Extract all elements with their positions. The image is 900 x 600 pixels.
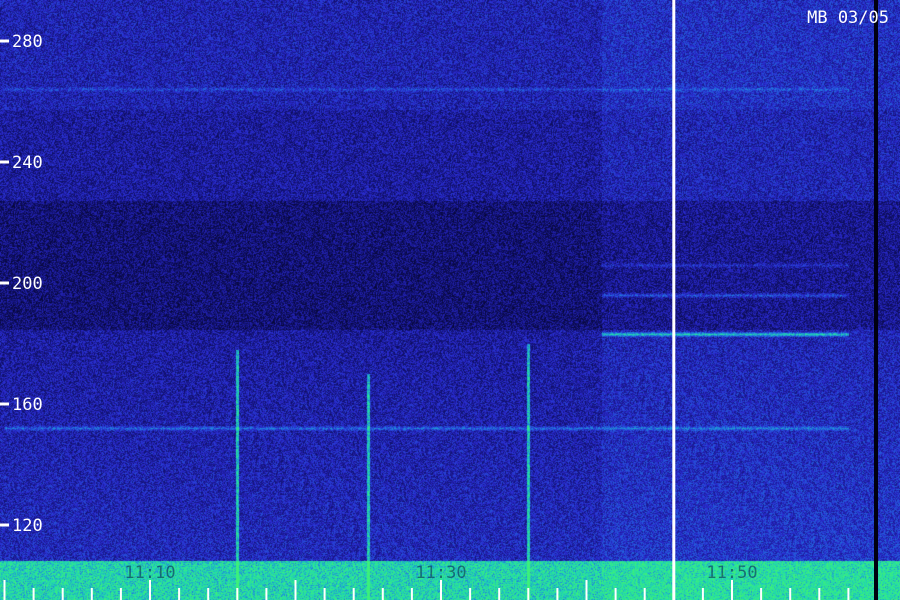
x-tick-664 (61, 588, 64, 600)
x-tick-678 (265, 588, 268, 600)
x-tick-702 (614, 588, 617, 600)
x-tick-692 (469, 588, 472, 600)
x-tick-698 (556, 588, 559, 600)
spectrogram-panel: 120 160 200 240 280 11:10 11:30 11:50 MB 03/05 (0, 0, 900, 600)
y-tick-240 (0, 160, 9, 164)
y-tick-label-280: 280 (12, 32, 43, 52)
x-tick-label-1: 11:30 (415, 563, 466, 583)
x-tick-label-0: 11:10 (124, 563, 175, 583)
x-tick-714 (789, 588, 792, 600)
x-tick-label-2: 11:50 (706, 563, 757, 583)
y-tick-label-200: 200 (12, 274, 43, 294)
x-tick-708 (701, 588, 704, 600)
x-axis: 11:10 11:30 11:50 (3, 563, 850, 600)
x-tick-690 (440, 580, 442, 600)
x-tick-672 (178, 588, 181, 600)
x-tick-680 (294, 580, 297, 600)
data-gap-line-0 (672, 0, 676, 600)
y-tick-label-240: 240 (12, 153, 43, 173)
y-axis: 120 160 200 240 280 (0, 32, 43, 536)
y-tick-label-120: 120 (12, 516, 43, 536)
x-tick-660 (3, 580, 6, 600)
x-tick-704 (643, 588, 646, 600)
x-tick-676 (236, 588, 239, 600)
x-tick-662 (32, 588, 35, 600)
x-tick-694 (498, 588, 501, 600)
x-tick-696 (527, 588, 530, 600)
x-tick-710 (731, 580, 733, 600)
y-tick-label-160: 160 (12, 395, 43, 415)
x-tick-684 (352, 588, 355, 600)
x-tick-682 (323, 588, 326, 600)
x-tick-670 (149, 580, 151, 600)
x-tick-688 (410, 588, 413, 600)
x-tick-668 (119, 588, 122, 600)
y-tick-160 (0, 402, 9, 406)
x-tick-686 (381, 588, 384, 600)
x-tick-712 (760, 588, 763, 600)
x-tick-700 (585, 580, 588, 600)
dark-stripe (874, 0, 878, 600)
x-tick-718 (847, 588, 850, 600)
x-tick-716 (818, 588, 821, 600)
x-tick-674 (207, 588, 210, 600)
y-tick-280 (0, 39, 9, 43)
chart-title: MB 03/05 (807, 8, 889, 28)
event-markers (672, 0, 878, 600)
x-tick-666 (90, 588, 93, 600)
y-tick-120 (0, 523, 9, 527)
spectrogram-overlay: 120 160 200 240 280 11:10 11:30 11:50 MB 03/05 (0, 0, 889, 600)
y-tick-200 (0, 281, 9, 285)
